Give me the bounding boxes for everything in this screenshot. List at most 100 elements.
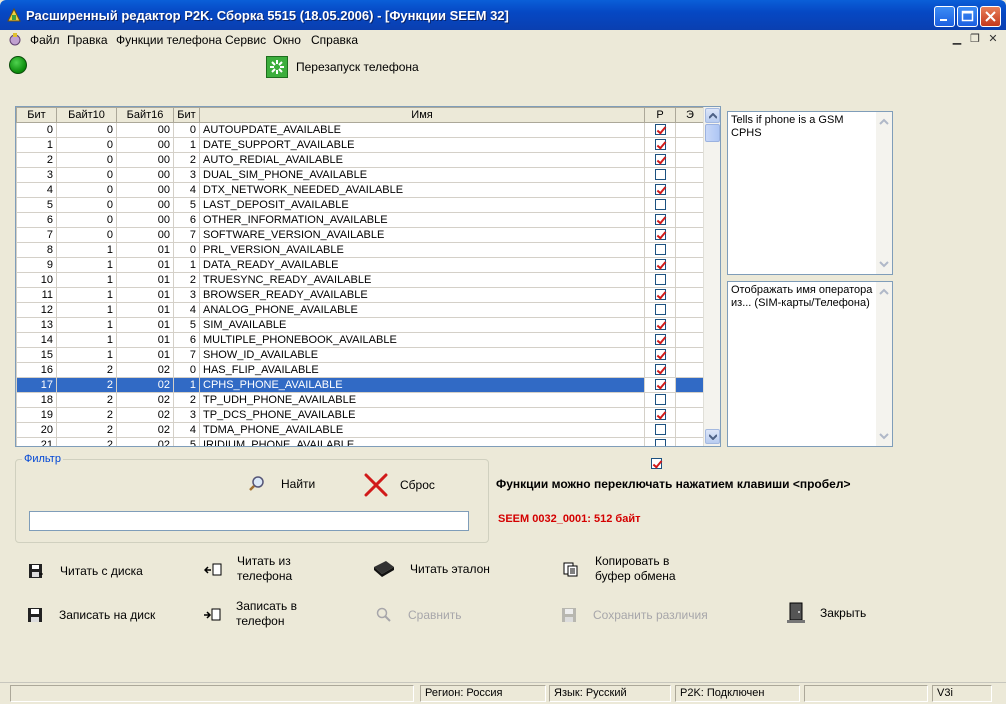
scroll-down-button[interactable] [705,429,720,444]
cell-e[interactable] [675,242,705,258]
menu-phone-functions[interactable]: Функции телефона [116,33,222,47]
r-checkbox[interactable] [654,154,666,166]
save-diff-button[interactable]: Сохранить различия [559,605,708,625]
table-row[interactable]: 11 1 01 3 BROWSER_READY_AVAILABLE [16,287,705,303]
cell-e[interactable] [675,182,705,198]
write-phone-button[interactable]: Записать в телефон [202,599,297,629]
restart-phone-button[interactable]: Перезапуск телефона [266,55,419,79]
table-scrollbar[interactable] [703,107,720,446]
col-header-bit[interactable]: Бит [16,107,57,123]
table-row[interactable]: 0 0 00 0 AUTOUPDATE_AVAILABLE [16,122,705,138]
table-row[interactable]: 3 0 00 3 DUAL_SIM_PHONE_AVAILABLE [16,167,705,183]
r-checkbox[interactable] [654,424,666,436]
r-checkbox[interactable] [654,364,666,376]
reset-button[interactable]: Сброс [362,471,435,499]
cell-e[interactable] [675,197,705,213]
space-toggle-checkbox[interactable] [651,458,662,469]
cell-e[interactable] [675,167,705,183]
r-checkbox[interactable] [654,409,666,421]
russian-description-box[interactable]: Отображать имя оператора из... (SIM-карт… [727,281,893,447]
table-row[interactable]: 8 1 01 0 PRL_VERSION_AVAILABLE [16,242,705,258]
r-checkbox[interactable] [654,184,666,196]
r-checkbox[interactable] [654,244,666,256]
cell-e[interactable] [675,257,705,273]
cell-e[interactable] [675,122,705,138]
table-row[interactable]: 9 1 01 1 DATA_READY_AVAILABLE [16,257,705,273]
scroll-thumb[interactable] [705,124,720,142]
table-row[interactable]: 14 1 01 6 MULTIPLE_PHONEBOOK_AVAILABLE [16,332,705,348]
table-row[interactable]: 19 2 02 3 TP_DCS_PHONE_AVAILABLE [16,407,705,423]
mdi-minimize-button[interactable]: ▁ [949,32,965,46]
compare-button[interactable]: Сравнить [374,605,461,625]
cell-e[interactable] [675,317,705,333]
chevron-down-icon[interactable] [877,257,891,271]
english-description-box[interactable]: Tells if phone is a GSM CPHS [727,111,893,275]
table-row[interactable]: 5 0 00 5 LAST_DEPOSIT_AVAILABLE [16,197,705,213]
close-window-button[interactable] [980,6,1001,27]
cell-e[interactable] [675,227,705,243]
menu-service[interactable]: Сервис [225,33,266,47]
chevron-up-icon[interactable] [877,285,891,299]
col-header-byte10[interactable]: Байт10 [56,107,117,123]
menu-file[interactable]: Файл [30,33,60,47]
russian-description-scrollbar[interactable] [876,282,892,446]
cell-e[interactable] [675,212,705,228]
functions-table[interactable]: Бит Байт10 Байт16 Бит Имя Р Э 0 0 00 0 AUTOU… [15,106,721,447]
cell-e[interactable] [675,272,705,288]
maximize-button[interactable] [957,6,978,27]
r-checkbox[interactable] [654,439,666,446]
col-header-name[interactable]: Имя [199,107,645,123]
minimize-button[interactable] [934,6,955,27]
col-header-e[interactable]: Э [675,107,705,123]
cell-e[interactable] [675,392,705,408]
r-checkbox[interactable] [654,229,666,241]
read-master-button[interactable]: Читать эталон [372,559,490,579]
table-row[interactable]: 4 0 00 4 DTX_NETWORK_NEEDED_AVAILABLE [16,182,705,198]
cell-e[interactable] [675,407,705,423]
table-row[interactable]: 13 1 01 5 SIM_AVAILABLE [16,317,705,333]
read-phone-button[interactable]: Читать из телефона [203,554,292,584]
title-bar[interactable]: Расширенный редактор P2K. Сборка 5515 (1… [0,0,1006,30]
table-row[interactable]: 21 2 02 5 IRIDIUM_PHONE_AVAILABLE [16,437,705,446]
r-checkbox[interactable] [654,379,666,391]
cell-e[interactable] [675,152,705,168]
chevron-down-icon[interactable] [877,429,891,443]
cell-e[interactable] [675,287,705,303]
cell-e[interactable] [675,377,705,393]
english-description-scrollbar[interactable] [876,112,892,274]
table-row[interactable]: 1 0 00 1 DATE_SUPPORT_AVAILABLE [16,137,705,153]
r-checkbox[interactable] [654,169,666,181]
menu-edit[interactable]: Правка [67,33,108,47]
table-row[interactable]: 10 1 01 2 TRUESYNC_READY_AVAILABLE [16,272,705,288]
cell-e[interactable] [675,437,705,446]
cell-e[interactable] [675,332,705,348]
col-header-bit-in-byte[interactable]: Бит [173,107,200,123]
table-row[interactable]: 7 0 00 7 SOFTWARE_VERSION_AVAILABLE [16,227,705,243]
menu-help[interactable]: Справка [311,33,358,47]
table-row[interactable]: 12 1 01 4 ANALOG_PHONE_AVAILABLE [16,302,705,318]
table-row[interactable]: 6 0 00 6 OTHER_INFORMATION_AVAILABLE [16,212,705,228]
cell-e[interactable] [675,362,705,378]
r-checkbox[interactable] [654,139,666,151]
cell-e[interactable] [675,347,705,363]
table-row[interactable]: 2 0 00 2 AUTO_REDIAL_AVAILABLE [16,152,705,168]
r-checkbox[interactable] [654,304,666,316]
r-checkbox[interactable] [654,334,666,346]
table-row[interactable]: 17 2 02 1 CPHS_PHONE_AVAILABLE [16,377,705,393]
r-checkbox[interactable] [654,199,666,211]
r-checkbox[interactable] [654,274,666,286]
r-checkbox[interactable] [654,214,666,226]
chevron-up-icon[interactable] [877,115,891,129]
cell-e[interactable] [675,137,705,153]
read-disk-button[interactable]: Читать с диска [26,561,143,581]
table-row[interactable]: 16 2 02 0 HAS_FLIP_AVAILABLE [16,362,705,378]
r-checkbox[interactable] [654,394,666,406]
filter-input[interactable] [29,511,469,531]
scroll-up-button[interactable] [705,108,720,123]
table-row[interactable]: 18 2 02 2 TP_UDH_PHONE_AVAILABLE [16,392,705,408]
menu-window[interactable]: Окно [273,33,301,47]
r-checkbox[interactable] [654,319,666,331]
r-checkbox[interactable] [654,259,666,271]
mdi-restore-button[interactable]: ❐ [967,32,983,46]
find-button[interactable]: Найти [248,475,315,493]
